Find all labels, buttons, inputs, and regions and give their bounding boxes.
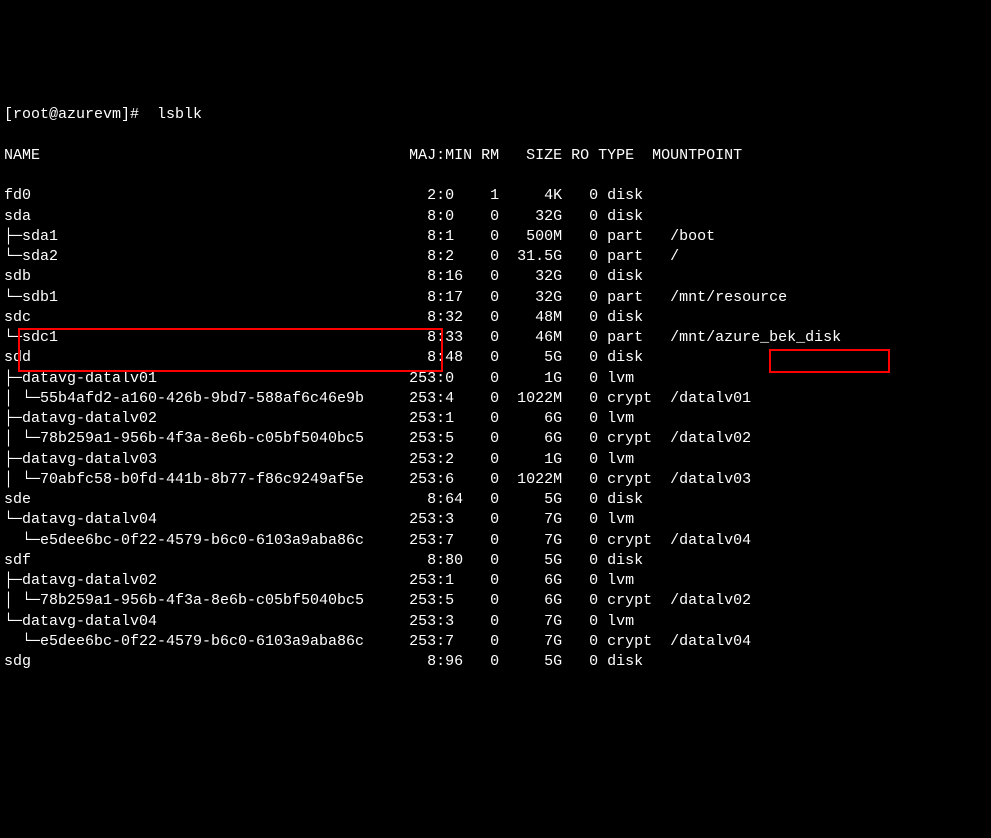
lsblk-row: sdc 8:32 0 48M 0 disk	[4, 308, 987, 328]
lsblk-row: │ └─78b259a1-956b-4f3a-8e6b-c05bf5040bc5…	[4, 429, 987, 449]
lsblk-row: └─sdb1 8:17 0 32G 0 part /mnt/resource	[4, 288, 987, 308]
header-line: NAME MAJ:MIN RM SIZE RO TYPE MOUNTPOINT	[4, 146, 987, 166]
lsblk-row: sdf 8:80 0 5G 0 disk	[4, 551, 987, 571]
prompt-line: [root@azurevm]# lsblk	[4, 105, 987, 125]
lsblk-row: │ └─55b4afd2-a160-426b-9bd7-588af6c46e9b…	[4, 389, 987, 409]
lsblk-rows: fd0 2:0 1 4K 0 disk sda 8:0 0 32G 0 disk…	[4, 186, 987, 672]
lsblk-row: sde 8:64 0 5G 0 disk	[4, 490, 987, 510]
lsblk-row: ├─datavg-datalv01 253:0 0 1G 0 lvm	[4, 369, 987, 389]
lsblk-row: fd0 2:0 1 4K 0 disk	[4, 186, 987, 206]
lsblk-row: └─e5dee6bc-0f22-4579-b6c0-6103a9aba86c 2…	[4, 632, 987, 652]
lsblk-row: sdg 8:96 0 5G 0 disk	[4, 652, 987, 672]
lsblk-row: sdb 8:16 0 32G 0 disk	[4, 267, 987, 287]
lsblk-row: └─sda2 8:2 0 31.5G 0 part /	[4, 247, 987, 267]
lsblk-row: └─datavg-datalv04 253:3 0 7G 0 lvm	[4, 510, 987, 530]
lsblk-row: │ └─78b259a1-956b-4f3a-8e6b-c05bf5040bc5…	[4, 591, 987, 611]
lsblk-row: sdd 8:48 0 5G 0 disk	[4, 348, 987, 368]
lsblk-row: └─datavg-datalv04 253:3 0 7G 0 lvm	[4, 612, 987, 632]
command-text: lsblk	[139, 106, 202, 123]
lsblk-row: sda 8:0 0 32G 0 disk	[4, 207, 987, 227]
lsblk-row: ├─datavg-datalv02 253:1 0 6G 0 lvm	[4, 409, 987, 429]
lsblk-row: └─e5dee6bc-0f22-4579-b6c0-6103a9aba86c 2…	[4, 531, 987, 551]
lsblk-row: ├─sda1 8:1 0 500M 0 part /boot	[4, 227, 987, 247]
prompt-user-host: [root@azurevm]#	[4, 106, 139, 123]
lsblk-row: ├─datavg-datalv03 253:2 0 1G 0 lvm	[4, 450, 987, 470]
lsblk-row: │ └─70abfc58-b0fd-441b-8b77-f86c9249af5e…	[4, 470, 987, 490]
lsblk-row: ├─datavg-datalv02 253:1 0 6G 0 lvm	[4, 571, 987, 591]
lsblk-row: └─sdc1 8:33 0 46M 0 part /mnt/azure_bek_…	[4, 328, 987, 348]
terminal-output: [root@azurevm]# lsblk NAME MAJ:MIN RM SI…	[4, 85, 987, 733]
